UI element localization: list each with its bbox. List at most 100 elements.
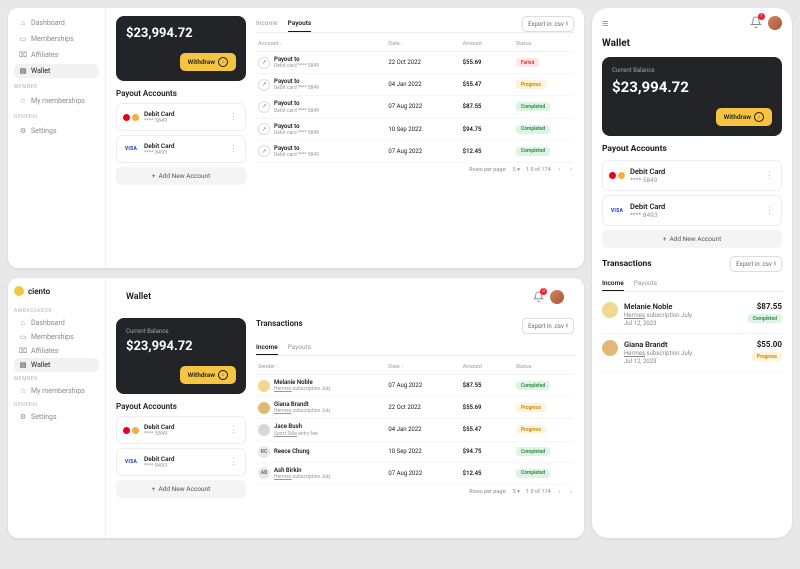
- income-row[interactable]: Jace BushSport Stile entry fee 04 Jan 20…: [256, 419, 574, 441]
- page-prev[interactable]: ‹: [557, 489, 563, 495]
- nav-my-memberships[interactable]: ☆My memberships: [14, 94, 99, 108]
- home-icon: ⌂: [19, 19, 27, 27]
- account-menu[interactable]: ⋮: [229, 115, 238, 119]
- tab-income[interactable]: Income: [602, 276, 624, 291]
- rows-per-page[interactable]: 5 ▾: [513, 167, 520, 173]
- transactions-tabs: Income Payouts: [256, 340, 574, 356]
- income-row[interactable]: Giana BrandtHermes subscription July 22 …: [256, 397, 574, 419]
- payout-icon: ↗: [258, 57, 270, 69]
- visa-icon: VISA: [124, 457, 138, 467]
- transaction-row[interactable]: Giana BrandtHermes subscription JulyJul …: [602, 334, 782, 372]
- account-menu[interactable]: ⋮: [229, 460, 238, 464]
- balance-card: Current Balance $23,994.72 Withdraw: [116, 318, 246, 394]
- col-sender[interactable]: Sender: [258, 364, 384, 370]
- tab-income[interactable]: Income: [256, 340, 278, 355]
- nav-section-label: AMBASSADOR: [14, 308, 99, 314]
- mobile-panel: ≡ 1 Wallet Current Balance $23,994.72 Wi…: [592, 8, 792, 538]
- account-menu[interactable]: ⋮: [229, 428, 238, 432]
- payout-row[interactable]: ↗Payout toDebit card **** 5849 10 Sep 20…: [256, 119, 574, 141]
- payout-account[interactable]: VISADebit Card**** 8493⋮: [602, 195, 782, 226]
- payout-account[interactable]: Debit Card**** 5849⋮: [116, 103, 246, 131]
- transaction-row[interactable]: Melanie NobleHermes subscription JulyJul…: [602, 296, 782, 334]
- add-account-button[interactable]: + Add New Account: [602, 230, 782, 248]
- nav-my-memberships[interactable]: ☆My memberships: [14, 384, 99, 398]
- page-prev[interactable]: ‹: [557, 167, 563, 173]
- payout-row[interactable]: ↗Payout toDebit card **** 5849 07 Aug 20…: [256, 141, 574, 163]
- tab-payouts[interactable]: Payouts: [634, 276, 657, 291]
- balance-label: Current Balance: [126, 328, 236, 335]
- pagination: Rows per page: 5 ▾ 1-5 of 174 ‹ ›: [256, 163, 574, 173]
- account-menu[interactable]: ⋮: [765, 174, 774, 178]
- add-account-button[interactable]: + Add New Account: [116, 167, 246, 185]
- notification-bell[interactable]: 3: [533, 291, 544, 304]
- col-amount[interactable]: Amount: [463, 41, 512, 47]
- tab-income[interactable]: Income: [256, 16, 278, 32]
- gear-icon: ⚙: [19, 127, 27, 135]
- nav-memberships[interactable]: ▭Memberships: [14, 32, 99, 46]
- user-avatar[interactable]: [550, 290, 564, 304]
- balance-amount: $23,994.72: [612, 78, 772, 96]
- tab-payouts[interactable]: Payouts: [288, 340, 311, 355]
- payout-row[interactable]: ↗Payout toDebit card **** 5849 04 Jan 20…: [256, 74, 574, 96]
- desktop-panel-payouts: ⌂Dashboard ▭Memberships ⌧Affiliates ▤Wallet…: [8, 8, 584, 268]
- sender-avatar: [258, 402, 270, 414]
- payout-account[interactable]: VISADebit Card**** 8493⋮: [116, 448, 246, 476]
- people-icon: ⌧: [19, 347, 27, 355]
- nav-settings[interactable]: ⚙Settings: [14, 410, 99, 424]
- page-next[interactable]: ›: [568, 489, 574, 495]
- payout-accounts-title: Payout Accounts: [602, 144, 782, 154]
- income-row[interactable]: RCReece Chung 10 Sep 2022$94.75Completed: [256, 442, 574, 463]
- payout-account[interactable]: Debit Card**** 5849⋮: [602, 160, 782, 191]
- nav-wallet[interactable]: ▤Wallet: [14, 358, 99, 372]
- user-avatar[interactable]: [768, 16, 782, 30]
- account-menu[interactable]: ⋮: [229, 147, 238, 151]
- col-status[interactable]: Status: [516, 364, 572, 370]
- col-account[interactable]: Account: [258, 41, 384, 47]
- withdraw-button[interactable]: Withdraw: [180, 53, 236, 71]
- mastercard-icon: [124, 112, 138, 122]
- payout-icon: ↗: [258, 123, 270, 135]
- nav-affiliates[interactable]: ⌧Affiliates: [14, 48, 99, 62]
- payout-row[interactable]: ↗Payout toDebit card **** 5849 22 Oct 20…: [256, 52, 574, 74]
- income-row[interactable]: ABAsh BirkinHermes subscription July 07 …: [256, 463, 574, 485]
- payout-account[interactable]: Debit Card**** 5849⋮: [116, 416, 246, 444]
- nav-settings[interactable]: ⚙Settings: [14, 124, 99, 138]
- sender-avatar: [602, 340, 618, 356]
- notification-bell[interactable]: 1: [750, 16, 762, 30]
- nav-affiliates[interactable]: ⌧Affiliates: [14, 344, 99, 358]
- balance-card: $23,994.72 Withdraw: [116, 16, 246, 81]
- nav-memberships[interactable]: ▭Memberships: [14, 330, 99, 344]
- account-menu[interactable]: ⋮: [765, 209, 774, 213]
- payout-account[interactable]: VISADebit Card**** 8493⋮: [116, 135, 246, 163]
- export-button[interactable]: Export in .csv ⭳: [522, 318, 574, 334]
- rows-per-page[interactable]: 5 ▾: [513, 489, 520, 495]
- col-date[interactable]: Date: [388, 364, 458, 370]
- home-icon: ⌂: [19, 319, 27, 327]
- nav-section-label: GENERAL: [14, 402, 99, 408]
- payout-row[interactable]: ↗Payout toDebit card **** 5849 07 Aug 20…: [256, 96, 574, 118]
- col-status[interactable]: Status: [516, 41, 572, 47]
- export-button[interactable]: Export in .csv ⭳: [730, 256, 782, 272]
- folder-icon: ▭: [19, 333, 27, 341]
- page-next[interactable]: ›: [568, 167, 574, 173]
- payout-accounts-title: Payout Accounts: [116, 402, 246, 411]
- withdraw-button[interactable]: Withdraw: [716, 108, 772, 126]
- add-account-button[interactable]: + Add New Account: [116, 480, 246, 498]
- withdraw-button[interactable]: Withdraw: [180, 366, 236, 384]
- nav-wallet[interactable]: ▤Wallet: [14, 64, 99, 78]
- export-button[interactable]: Export in .csv ⭳: [522, 16, 574, 32]
- sender-avatar: [258, 424, 270, 436]
- nav-dashboard[interactable]: ⌂Dashboard: [14, 16, 99, 30]
- visa-icon: VISA: [124, 144, 138, 154]
- col-amount[interactable]: Amount: [463, 364, 512, 370]
- nav-dashboard[interactable]: ⌂Dashboard: [14, 316, 99, 330]
- notif-badge: 1: [758, 13, 765, 20]
- tab-payouts[interactable]: Payouts: [288, 16, 312, 32]
- income-row[interactable]: Melanie NobleHermes subscription July 07…: [256, 375, 574, 397]
- sender-avatar: [258, 380, 270, 392]
- payout-icon: ↗: [258, 79, 270, 91]
- page-title: Wallet: [126, 292, 151, 302]
- menu-button[interactable]: ≡: [602, 17, 608, 30]
- col-date[interactable]: Date: [388, 41, 458, 47]
- transactions-title: Transactions: [256, 319, 303, 328]
